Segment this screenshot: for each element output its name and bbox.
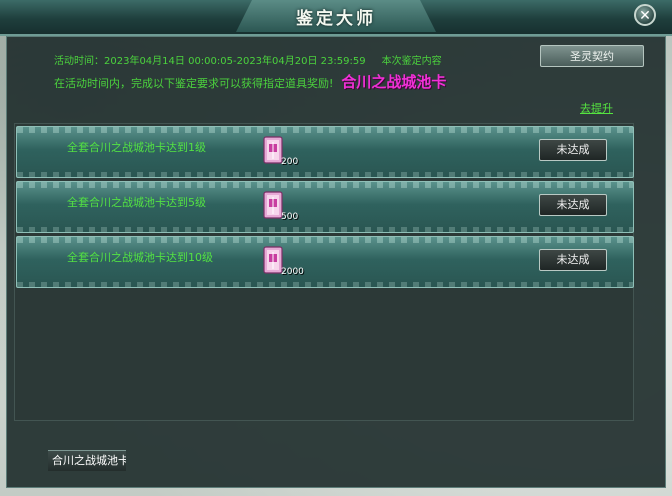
task-description: 全套合川之战城池卡达到1级 <box>67 141 206 154</box>
status-button[interactable]: 未达成 <box>539 194 607 216</box>
content-label: 本次鉴定内容 <box>381 56 442 67</box>
close-button[interactable]: ✕ <box>634 4 656 26</box>
row-pattern <box>17 127 633 133</box>
task-row: 全套合川之战城池卡达到5级 500 未达成 <box>16 181 634 233</box>
event-time-line: 活动时间：2023年04月14日 00:00:05-2023年04月20日 23… <box>54 52 442 67</box>
task-description: 全套合川之战城池卡达到5级 <box>67 196 206 209</box>
close-icon: ✕ <box>639 8 651 24</box>
reward-count: 500 <box>281 212 299 222</box>
card-tab[interactable]: 合川之战城池卡 <box>48 450 126 471</box>
reward-count: 2000 <box>281 267 304 277</box>
contract-button[interactable]: 圣灵契约 <box>540 45 644 67</box>
row-pattern <box>17 237 633 243</box>
row-pattern <box>17 172 633 177</box>
row-pattern <box>17 182 633 188</box>
row-pattern <box>17 227 633 232</box>
window-title: 鉴定大师 <box>296 9 376 29</box>
status-button[interactable]: 未达成 <box>539 139 607 161</box>
row-pattern <box>17 282 633 287</box>
task-description: 全套合川之战城池卡达到10级 <box>67 251 213 264</box>
task-row: 全套合川之战城池卡达到10级 2000 未达成 <box>16 236 634 288</box>
title-bar: 鉴定大师 ✕ <box>0 0 672 36</box>
reward-text: 在活动时间内，完成以下鉴定要求可以获得指定道具奖励! <box>54 77 334 90</box>
event-time-text: 活动时间：2023年04月14日 00:00:05-2023年04月20日 23… <box>54 56 366 67</box>
task-row: 全套合川之战城池卡达到1级 200 未达成 <box>16 126 634 178</box>
highlight-title: 合川之战城池卡 <box>341 73 447 91</box>
reward-line: 在活动时间内，完成以下鉴定要求可以获得指定道具奖励! 合川之战城池卡 <box>54 71 446 92</box>
status-button[interactable]: 未达成 <box>539 249 607 271</box>
reward-count: 200 <box>281 157 299 167</box>
upgrade-link[interactable]: 去提升 <box>580 100 613 116</box>
